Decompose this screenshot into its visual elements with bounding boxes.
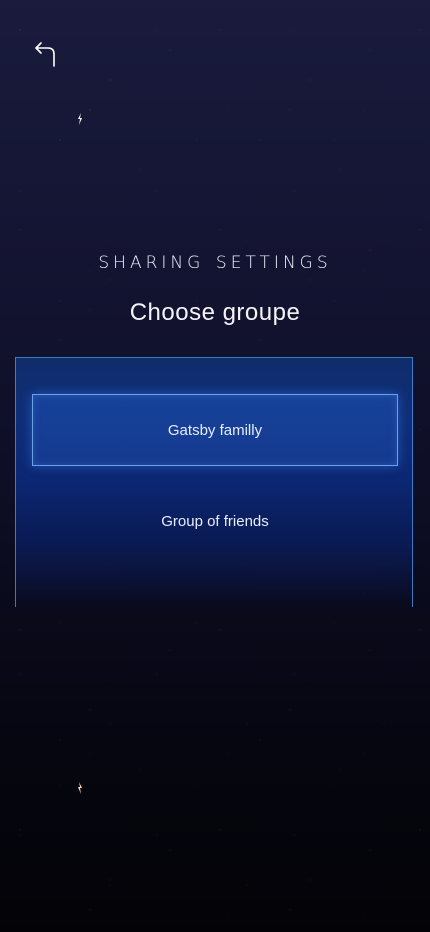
- sparkle-icon: [78, 782, 82, 794]
- page-subtitle: Choose groupe: [129, 299, 301, 326]
- back-arrow-icon: [35, 42, 55, 67]
- group-list-panel: Gatsby familly Group of friends: [15, 357, 413, 607]
- group-option-gatsby-familly[interactable]: Gatsby familly: [32, 394, 398, 466]
- group-option-group-of-friends[interactable]: Group of friends: [32, 485, 398, 557]
- back-button[interactable]: [32, 38, 60, 70]
- sparkle-icon: [78, 113, 82, 125]
- group-option-label: Group of friends: [161, 512, 269, 530]
- group-option-label: Gatsby familly: [167, 421, 263, 439]
- page-title: Sharing settings: [98, 246, 332, 274]
